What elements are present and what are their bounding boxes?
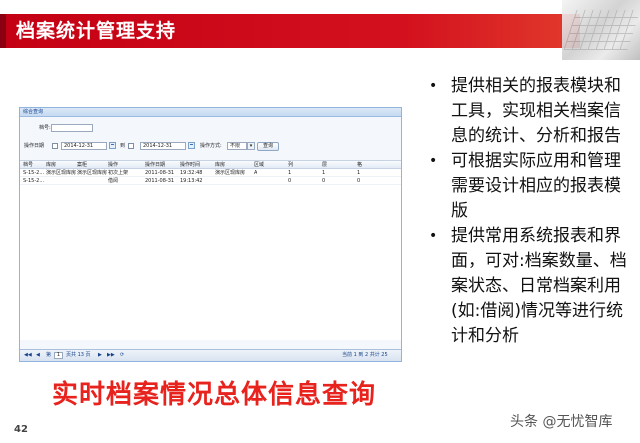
bullet-dot-icon: • [429, 228, 438, 244]
col-header[interactable]: 格 [357, 161, 362, 169]
archive-no-label: 档号: [39, 125, 51, 131]
table-cell: 演示区现库房 [77, 170, 108, 176]
table-cell: 19:13:42 [180, 178, 203, 184]
window-title: 综合查询 [20, 108, 401, 117]
date-from-input[interactable]: 2014-12-31 [61, 142, 107, 150]
col-header[interactable]: 操作时间 [180, 161, 200, 169]
table-cell: 0 [288, 178, 292, 184]
chevron-down-icon[interactable]: ▾ [247, 142, 255, 150]
bullet-item: • 提供相关的报表模块和工具，实现相关档案信息的统计、分析和报告 [425, 74, 637, 149]
col-header[interactable]: 操作日期 [145, 161, 165, 169]
page-number: 42 [14, 424, 28, 435]
op-mode-select[interactable]: 不限 [227, 142, 247, 150]
screenshot-caption: 实时档案情况总体信息查询 [52, 380, 377, 410]
prev-page-icon[interactable]: ◀ [36, 352, 40, 359]
table-cell: 19:32:48 [180, 170, 203, 176]
table-cell: 演示区现库房 [215, 170, 246, 176]
table-cell: 2011-08-31 [145, 178, 175, 184]
table-cell: S-15-2... [23, 178, 45, 184]
keyboard-decoration-icon [562, 0, 640, 60]
table-cell: 1 [322, 170, 326, 176]
query-button[interactable]: 查询 [257, 142, 279, 151]
table-cell: 演示区现库房 [46, 170, 77, 176]
first-page-icon[interactable]: ◀◀ [24, 352, 32, 359]
bullet-list: • 提供相关的报表模块和工具，实现相关档案信息的统计、分析和报告 • 可根据实际… [425, 74, 637, 349]
date-from-checkbox[interactable] [52, 143, 58, 149]
page-number-input[interactable]: 1 [54, 352, 63, 359]
title-stripe [0, 14, 6, 48]
refresh-icon[interactable]: ⟳ [120, 352, 124, 359]
table-cell: 初次上架 [108, 170, 129, 176]
date-to-checkbox[interactable] [128, 143, 134, 149]
filter-area: 档号: 操作日期 2014-12-31 到 2014-12-31 操作方式: 不… [20, 117, 401, 159]
bullet-text: 提供常用系统报表和界面，可对:档案数量、档案状态、日常档案利用(如:借阅)情况等… [451, 226, 627, 346]
table-cell: A [254, 170, 258, 176]
table-cell: 0 [357, 178, 361, 184]
col-header[interactable]: 操作 [108, 161, 118, 169]
pagination-bar: ◀◀ ◀ 第 1 页共 13 页 ▶ ▶▶ ⟳ 当前 1 到 2 共计 25 [20, 349, 401, 361]
archive-no-input[interactable] [51, 124, 93, 132]
col-header[interactable]: 库房 [215, 161, 225, 169]
next-page-icon[interactable]: ▶ [98, 352, 102, 359]
bullet-dot-icon: • [429, 78, 438, 94]
table-cell: S-15-2... [23, 170, 45, 176]
op-date-label: 操作日期 [24, 143, 45, 149]
table-cell: 0 [322, 178, 326, 184]
query-window: 综合查询 档号: 操作日期 2014-12-31 到 2014-12-31 操作… [19, 107, 402, 362]
col-header[interactable]: 层 [322, 161, 327, 169]
date-to-input[interactable]: 2014-12-31 [140, 142, 186, 150]
op-mode-label: 操作方式: [200, 143, 222, 149]
bullet-item: • 可根据实际应用和管理需要设计相应的报表模版 [425, 149, 637, 224]
col-header[interactable]: 库房 [46, 161, 56, 169]
bullet-text: 可根据实际应用和管理需要设计相应的报表模版 [451, 151, 621, 221]
col-header[interactable]: 档号 [23, 161, 33, 169]
page-label: 第 [46, 352, 52, 358]
bullet-item: • 提供常用系统报表和界面，可对:档案数量、档案状态、日常档案利用(如:借阅)情… [425, 224, 637, 349]
bullet-dot-icon: • [429, 153, 438, 169]
col-header[interactable]: 列 [288, 161, 293, 169]
watermark: 头条 @无忧智库 [510, 414, 613, 430]
table-header: 档号 库房 案柜 操作 操作日期 操作时间 库房 区域 列 层 格 [20, 161, 401, 169]
col-header[interactable]: 区域 [254, 161, 264, 169]
calendar-icon[interactable] [188, 142, 195, 149]
table-row[interactable]: S-15-2... 演示区现库房 演示区现库房 初次上架 2011-08-31 … [20, 169, 401, 177]
page-total: 页共 13 页 [66, 352, 91, 358]
pager-status: 当前 1 到 2 共计 25 [342, 352, 388, 358]
last-page-icon[interactable]: ▶▶ [107, 352, 115, 359]
slide-title: 档案统计管理支持 [16, 20, 177, 42]
slide-title-band: 档案统计管理支持 [0, 14, 580, 48]
table-cell: 2011-08-31 [145, 170, 175, 176]
result-table: 档号 库房 案柜 操作 操作日期 操作时间 库房 区域 列 层 格 S-15-2… [20, 160, 401, 340]
table-row[interactable]: S-15-2... 借阅 2011-08-31 19:13:42 0 0 0 [20, 177, 401, 185]
table-cell: 1 [288, 170, 292, 176]
bullet-text: 提供相关的报表模块和工具，实现相关档案信息的统计、分析和报告 [451, 76, 621, 146]
date-to-label: 到 [120, 143, 126, 149]
col-header[interactable]: 案柜 [77, 161, 87, 169]
calendar-icon[interactable] [109, 142, 116, 149]
table-cell: 1 [357, 170, 361, 176]
table-cell: 借阅 [108, 178, 119, 184]
